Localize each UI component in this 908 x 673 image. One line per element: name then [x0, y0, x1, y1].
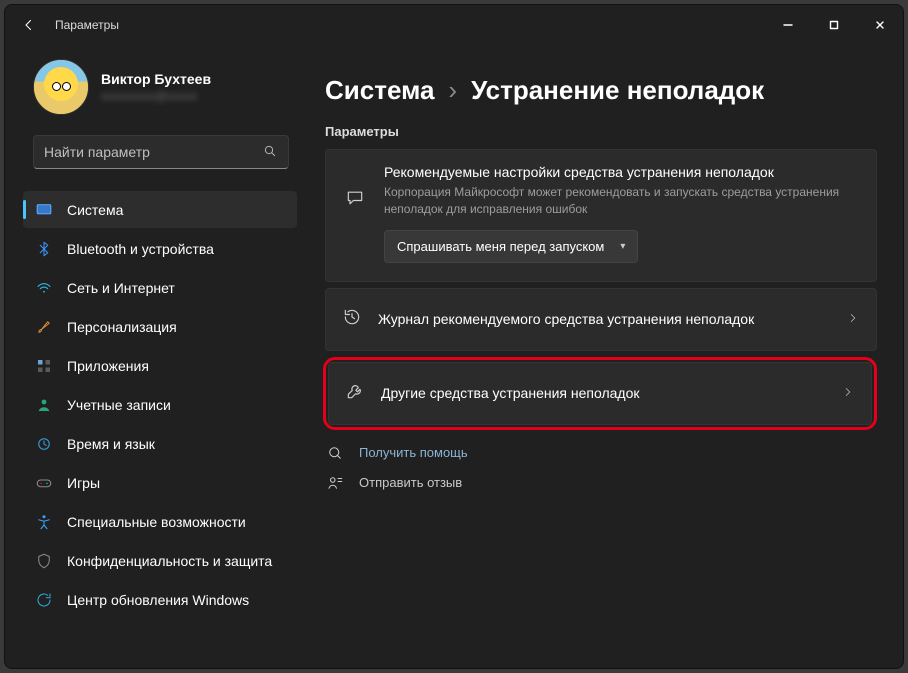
wifi-icon	[35, 279, 53, 297]
chevron-right-icon	[841, 385, 855, 402]
breadcrumb-current: Устранение неполадок	[471, 75, 764, 106]
wrench-icon	[345, 381, 365, 406]
sidebar-item-gaming[interactable]: Игры	[23, 464, 297, 501]
search-icon	[262, 143, 278, 162]
recommended-combo[interactable]: Спрашивать меня перед запуском ▾	[384, 230, 638, 263]
recommended-title: Рекомендуемые настройки средства устране…	[384, 164, 858, 180]
nav: Система Bluetooth и устройства Сеть и Ин…	[15, 191, 299, 618]
user-block[interactable]: Виктор Бухтеев xxxxxxxxx@xxxxx	[15, 53, 299, 125]
search-input[interactable]	[44, 144, 262, 160]
sidebar-item-accessibility[interactable]: Специальные возможности	[23, 503, 297, 540]
sidebar-item-label: Центр обновления Windows	[67, 592, 249, 608]
back-button[interactable]	[17, 13, 41, 37]
breadcrumb-separator-icon: ›	[448, 75, 457, 106]
feedback-link[interactable]: Отправить отзыв	[325, 474, 877, 492]
titlebar: Параметры	[5, 5, 903, 45]
user-email: xxxxxxxxx@xxxxx	[101, 89, 211, 103]
sidebar-item-label: Время и язык	[67, 436, 155, 452]
chevron-right-icon	[846, 311, 860, 328]
sidebar-item-label: Приложения	[67, 358, 149, 374]
sidebar: Виктор Бухтеев xxxxxxxxx@xxxxx Система	[5, 45, 305, 668]
accessibility-icon	[35, 513, 53, 531]
window-maximize-button[interactable]	[811, 5, 857, 45]
settings-window: Параметры Виктор Бухтеев xxxxxxxxx	[4, 4, 904, 669]
recommended-subtitle: Корпорация Майкрософт может рекомендоват…	[384, 184, 858, 218]
get-help-label: Получить помощь	[359, 445, 468, 460]
breadcrumb: Система › Устранение неполадок	[315, 75, 877, 106]
window-close-button[interactable]	[857, 5, 903, 45]
bluetooth-icon	[35, 240, 53, 258]
other-troubleshooters-row[interactable]: Другие средства устранения неполадок	[328, 362, 872, 425]
sidebar-item-label: Система	[67, 202, 123, 218]
sidebar-item-apps[interactable]: Приложения	[23, 347, 297, 384]
sidebar-item-bluetooth[interactable]: Bluetooth и устройства	[23, 230, 297, 267]
window-title: Параметры	[55, 18, 119, 32]
sidebar-item-label: Конфиденциальность и защита	[67, 553, 272, 569]
feedback-label: Отправить отзыв	[359, 475, 462, 490]
help-icon	[325, 444, 345, 462]
breadcrumb-root[interactable]: Система	[325, 75, 434, 106]
games-icon	[35, 474, 53, 492]
sidebar-item-accounts[interactable]: Учетные записи	[23, 386, 297, 423]
recommended-settings-panel: Рекомендуемые настройки средства устране…	[325, 149, 877, 282]
sidebar-item-label: Bluetooth и устройства	[67, 241, 214, 257]
brush-icon	[35, 318, 53, 336]
update-icon	[35, 591, 53, 609]
combo-value: Спрашивать меня перед запуском	[397, 239, 604, 254]
main-content: Система › Устранение неполадок Параметры…	[305, 45, 903, 668]
system-icon	[35, 201, 53, 219]
sidebar-item-personalization[interactable]: Персонализация	[23, 308, 297, 345]
sidebar-item-privacy[interactable]: Конфиденциальность и защита	[23, 542, 297, 579]
account-icon	[35, 396, 53, 414]
sidebar-item-label: Игры	[67, 475, 100, 491]
apps-icon	[35, 357, 53, 375]
feedback-icon	[325, 474, 345, 492]
tooltip-icon	[345, 188, 365, 213]
footer-links: Получить помощь Отправить отзыв	[315, 444, 877, 492]
section-label: Параметры	[315, 124, 877, 139]
sidebar-item-time-language[interactable]: Время и язык	[23, 425, 297, 462]
sidebar-item-label: Специальные возможности	[67, 514, 246, 530]
sidebar-item-label: Персонализация	[67, 319, 177, 335]
other-label: Другие средства устранения неполадок	[381, 385, 825, 401]
user-name: Виктор Бухтеев	[101, 71, 211, 87]
highlight-annotation: Другие средства устранения неполадок	[323, 357, 877, 430]
history-icon	[342, 307, 362, 332]
search-box[interactable]	[33, 135, 289, 169]
history-label: Журнал рекомендуемого средства устранени…	[378, 311, 830, 327]
history-row[interactable]: Журнал рекомендуемого средства устранени…	[325, 288, 877, 351]
privacy-icon	[35, 552, 53, 570]
sidebar-item-windows-update[interactable]: Центр обновления Windows	[23, 581, 297, 618]
avatar	[33, 59, 89, 115]
get-help-link[interactable]: Получить помощь	[325, 444, 877, 462]
window-minimize-button[interactable]	[765, 5, 811, 45]
sidebar-item-system[interactable]: Система	[23, 191, 297, 228]
chevron-down-icon: ▾	[620, 241, 625, 252]
time-icon	[35, 435, 53, 453]
sidebar-item-label: Сеть и Интернет	[67, 280, 175, 296]
sidebar-item-label: Учетные записи	[67, 397, 171, 413]
sidebar-item-network[interactable]: Сеть и Интернет	[23, 269, 297, 306]
